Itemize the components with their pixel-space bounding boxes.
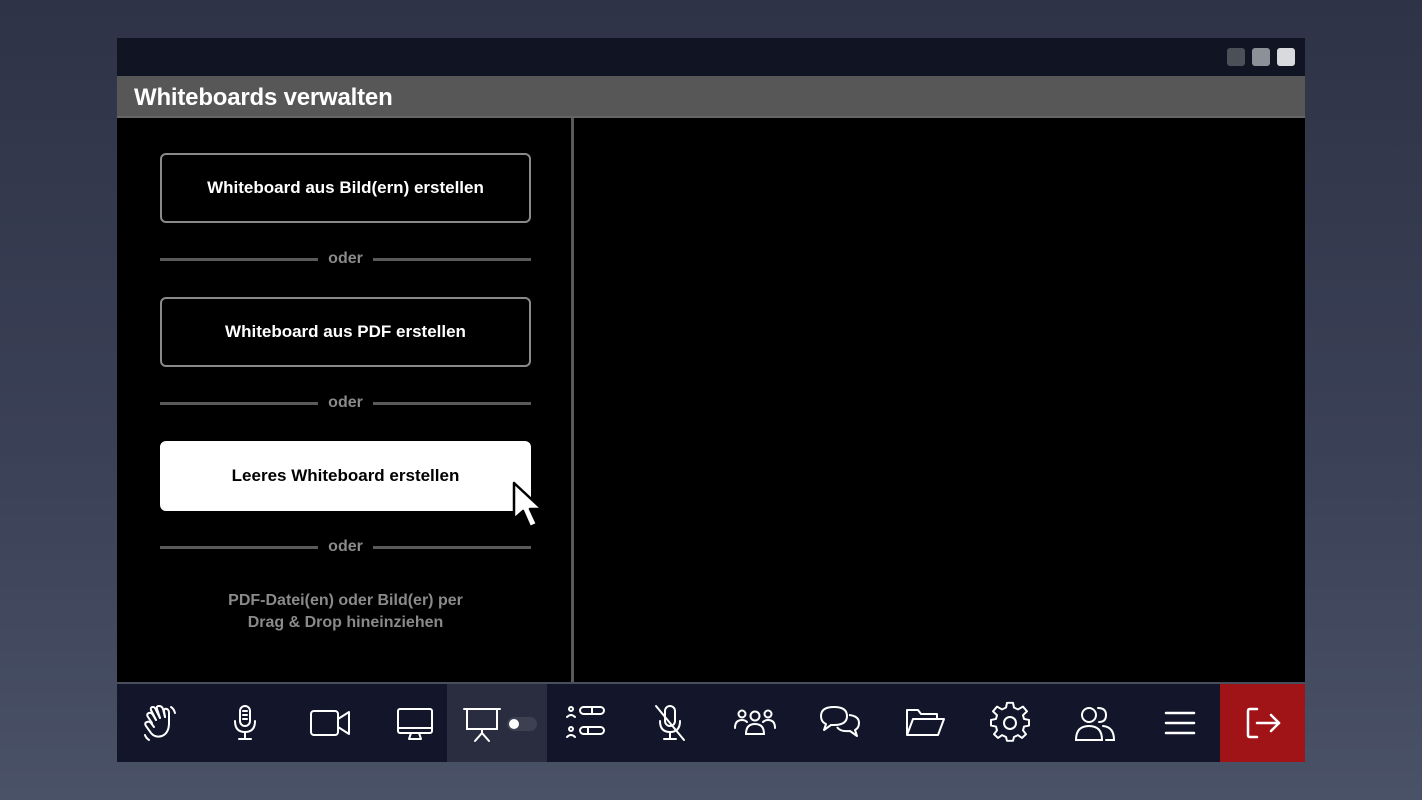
screen-share-button[interactable] [372,684,457,762]
drag-drop-hint-line2: Drag & Drop hineinziehen [247,614,444,631]
poll-list-icon [565,706,605,738]
raise-hand-button[interactable] [117,684,202,762]
mute-all-button[interactable] [627,684,712,762]
presentation-icon [463,708,501,742]
microphone-button[interactable] [202,684,287,762]
chat-icon [819,706,860,737]
divider [160,545,319,549]
divider [372,545,532,549]
mouse-pointer-icon [512,481,544,529]
whiteboard-preview-area [574,118,1305,682]
app-window: Whiteboards verwalten Whiteboard aus Bil… [117,38,1305,762]
menu-icon [1164,711,1195,735]
close-button[interactable] [1277,48,1295,66]
leave-meeting-button[interactable] [1220,684,1305,762]
divider [160,401,319,405]
create-blank-whiteboard-button[interactable]: Leeres Whiteboard erstellen [160,441,531,511]
divider [372,401,532,405]
create-from-pdf-button[interactable]: Whiteboard aus PDF erstellen [160,297,531,367]
page-title: Whiteboards verwalten [134,84,393,111]
screen-share-icon [396,708,433,740]
presentation-toggle[interactable] [507,717,537,731]
separator-label: oder [328,538,363,555]
mute-all-icon [654,705,685,741]
separator-label: oder [328,394,363,411]
separator: oder [160,249,532,269]
separator: oder [160,393,532,413]
whiteboard-options-panel: Whiteboard aus Bild(ern) erstellen oder … [117,118,571,682]
meeting-toolbar [117,682,1305,762]
folder-icon [905,709,945,736]
maximize-button[interactable] [1252,48,1270,66]
create-from-images-button[interactable]: Whiteboard aus Bild(ern) erstellen [160,153,531,223]
raise-hand-icon [143,705,176,741]
drag-drop-area[interactable]: PDF-Datei(en) oder Bild(er) per Drag & D… [160,590,531,634]
participants-button[interactable] [712,684,797,762]
minimize-button[interactable] [1227,48,1245,66]
drag-drop-hint-line1: PDF-Datei(en) oder Bild(er) per [228,592,463,609]
settings-icon [989,701,1030,742]
participants-icon [733,709,776,735]
camera-icon [309,710,350,736]
camera-button[interactable] [287,684,372,762]
toggle-knob [509,719,519,729]
panel-header: Whiteboards verwalten [117,76,1305,118]
settings-button[interactable] [967,684,1052,762]
separator-label: oder [328,250,363,267]
files-button[interactable] [882,684,967,762]
breakout-rooms-button[interactable] [1052,684,1137,762]
presentation-button[interactable] [447,684,547,762]
title-bar [117,38,1305,76]
breakout-rooms-icon [1074,707,1115,741]
chat-button[interactable] [797,684,882,762]
divider [160,257,319,261]
poll-button[interactable] [542,684,627,762]
exit-icon [1246,707,1280,739]
microphone-icon [233,705,256,740]
menu-button[interactable] [1137,684,1222,762]
divider [372,257,532,261]
separator: oder [160,537,532,557]
